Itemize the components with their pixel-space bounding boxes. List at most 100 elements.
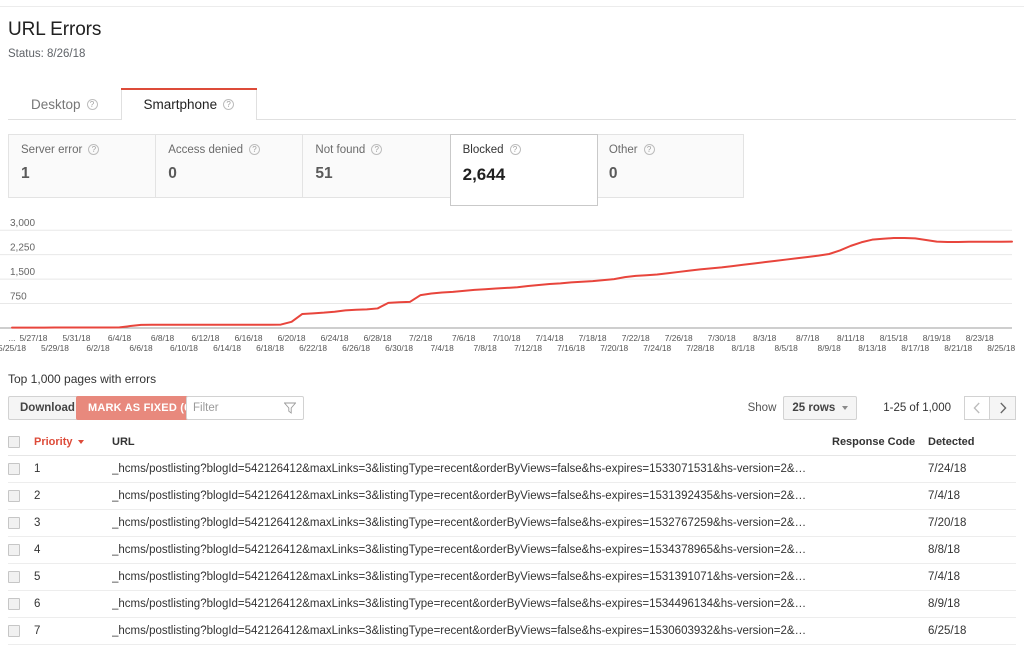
response-code-cell	[832, 483, 928, 510]
response-code-cell	[832, 510, 928, 537]
card-blocked[interactable]: Blocked? 2,644	[450, 134, 598, 206]
chart-x-tick-label: 7/14/18	[536, 333, 564, 343]
help-circle-icon[interactable]: ?	[510, 144, 521, 155]
url-cell: _hcms/postlisting?blogId=542126412&maxLi…	[112, 564, 832, 591]
card-label-text: Server error	[21, 144, 82, 156]
card-label: Other?	[609, 144, 731, 156]
chart-y-tick-label: 750	[10, 292, 27, 303]
chart-x-tick-label: 6/2/18	[86, 343, 110, 353]
row-checkbox[interactable]	[8, 571, 20, 583]
chart-x-tick-label: 6/16/18	[235, 333, 263, 343]
url-link[interactable]: _hcms/postlisting?blogId=542126412&maxLi…	[112, 571, 812, 583]
chart-x-tick-label: 6/30/18	[385, 343, 413, 353]
tab-smartphone-label: Smartphone	[144, 97, 218, 112]
error-type-cards: Server error? 1 Access denied? 0 Not fou…	[8, 134, 744, 198]
row-checkbox[interactable]	[8, 598, 20, 610]
chart-x-tick-label: 6/18/18	[256, 343, 284, 353]
filter-field[interactable]	[186, 396, 304, 420]
table-row: 5_hcms/postlisting?blogId=542126412&maxL…	[8, 564, 1016, 591]
chart-y-tick-label: 3,000	[10, 218, 35, 229]
response-code-cell	[832, 564, 928, 591]
page-title: URL Errors	[8, 19, 101, 41]
table-row: 8_hcms/postlisting?blogId=542126412&maxL…	[8, 645, 1016, 652]
row-checkbox[interactable]	[8, 490, 20, 502]
chart-x-tick-label: 8/15/18	[880, 333, 908, 343]
priority-cell: 4	[34, 537, 112, 564]
table-toolbar: Download MARK AS FIXED (0) Show 25 rows …	[8, 396, 1016, 420]
table-row: 4_hcms/postlisting?blogId=542126412&maxL…	[8, 537, 1016, 564]
priority-cell: 1	[34, 456, 112, 483]
row-select-cell	[8, 591, 34, 618]
column-header-url[interactable]: URL	[112, 430, 832, 456]
tab-smartphone[interactable]: Smartphone ?	[121, 88, 258, 120]
url-link[interactable]: _hcms/postlisting?blogId=542126412&maxLi…	[112, 598, 812, 610]
url-cell: _hcms/postlisting?blogId=542126412&maxLi…	[112, 591, 832, 618]
table-caption: Top 1,000 pages with errors	[8, 372, 156, 386]
card-server-error[interactable]: Server error? 1	[9, 135, 156, 197]
detected-cell: 7/24/18	[928, 456, 1016, 483]
card-not-found[interactable]: Not found? 51	[303, 135, 450, 197]
chart-x-tick-label: 8/7/18	[796, 333, 820, 343]
row-checkbox[interactable]	[8, 625, 20, 637]
card-label: Server error?	[21, 144, 143, 156]
tab-desktop[interactable]: Desktop ?	[8, 88, 121, 119]
chart-x-tick-label: 7/6/18	[452, 333, 476, 343]
card-label-text: Access denied	[168, 144, 243, 156]
url-link[interactable]: _hcms/postlisting?blogId=542126412&maxLi…	[112, 517, 812, 529]
chevron-right-icon	[999, 402, 1007, 414]
select-all-header	[8, 430, 34, 456]
errors-over-time-chart: 7501,5002,2503,000...5/25/185/29/186/2/1…	[0, 210, 1024, 360]
rows-per-page-select[interactable]: 25 rows	[783, 396, 857, 420]
chart-x-tick-label: 8/5/18	[775, 343, 799, 353]
row-checkbox[interactable]	[8, 544, 20, 556]
chart-x-tick-label: 7/12/18	[514, 343, 542, 353]
chart-x-tick-label: 7/18/18	[579, 333, 607, 343]
response-code-cell	[832, 618, 928, 645]
chevron-down-icon	[842, 406, 848, 410]
column-header-detected[interactable]: Detected	[928, 430, 1016, 456]
chart-x-tick-label: 7/16/18	[557, 343, 585, 353]
result-range-label: 1-25 of 1,000	[883, 402, 951, 414]
row-checkbox[interactable]	[8, 517, 20, 529]
help-circle-icon[interactable]: ?	[223, 99, 234, 110]
url-link[interactable]: _hcms/postlisting?blogId=542126412&maxLi…	[112, 490, 812, 502]
card-other[interactable]: Other? 0	[597, 135, 743, 197]
help-circle-icon[interactable]: ?	[249, 144, 260, 155]
chart-x-tick-label: 7/24/18	[643, 343, 671, 353]
chart-x-tick-label: 6/10/18	[170, 343, 198, 353]
row-checkbox[interactable]	[8, 463, 20, 475]
card-label-text: Blocked	[463, 144, 504, 156]
row-select-cell	[8, 537, 34, 564]
previous-page-button[interactable]	[964, 396, 990, 420]
table-row: 3_hcms/postlisting?blogId=542126412&maxL…	[8, 510, 1016, 537]
chart-y-tick-label: 1,500	[10, 267, 35, 278]
url-cell: _hcms/postlisting?blogId=542126412&maxLi…	[112, 456, 832, 483]
select-all-checkbox[interactable]	[8, 436, 20, 448]
device-tabs: Desktop ? Smartphone ?	[8, 88, 1016, 120]
sort-descending-icon	[78, 440, 84, 444]
help-circle-icon[interactable]: ?	[88, 144, 99, 155]
column-header-priority-label: Priority	[34, 436, 73, 448]
chart-x-tick-label: 6/12/18	[192, 333, 220, 343]
chart-x-tick-label: 8/21/18	[944, 343, 972, 353]
next-page-button[interactable]	[990, 396, 1016, 420]
url-errors-page: URL Errors Status: 8/26/18 Desktop ? Sma…	[0, 0, 1024, 652]
funnel-icon[interactable]	[284, 402, 296, 414]
chart-x-tick-label: 7/30/18	[708, 333, 736, 343]
help-circle-icon[interactable]: ?	[87, 99, 98, 110]
help-circle-icon[interactable]: ?	[371, 144, 382, 155]
response-code-cell	[832, 456, 928, 483]
url-link[interactable]: _hcms/postlisting?blogId=542126412&maxLi…	[112, 544, 812, 556]
card-access-denied[interactable]: Access denied? 0	[156, 135, 303, 197]
row-select-cell	[8, 483, 34, 510]
filter-input[interactable]	[187, 397, 281, 419]
help-circle-icon[interactable]: ?	[644, 144, 655, 155]
url-link[interactable]: _hcms/postlisting?blogId=542126412&maxLi…	[112, 463, 812, 475]
column-header-response-code[interactable]: Response Code	[832, 430, 928, 456]
url-cell: _hcms/postlisting?blogId=542126412&maxLi…	[112, 618, 832, 645]
column-header-priority[interactable]: Priority	[34, 430, 112, 456]
card-label-text: Other	[609, 144, 638, 156]
chart-x-tick-label: 8/1/18	[732, 343, 756, 353]
chart-x-ellipsis: ...	[9, 333, 16, 343]
url-link[interactable]: _hcms/postlisting?blogId=542126412&maxLi…	[112, 625, 812, 637]
